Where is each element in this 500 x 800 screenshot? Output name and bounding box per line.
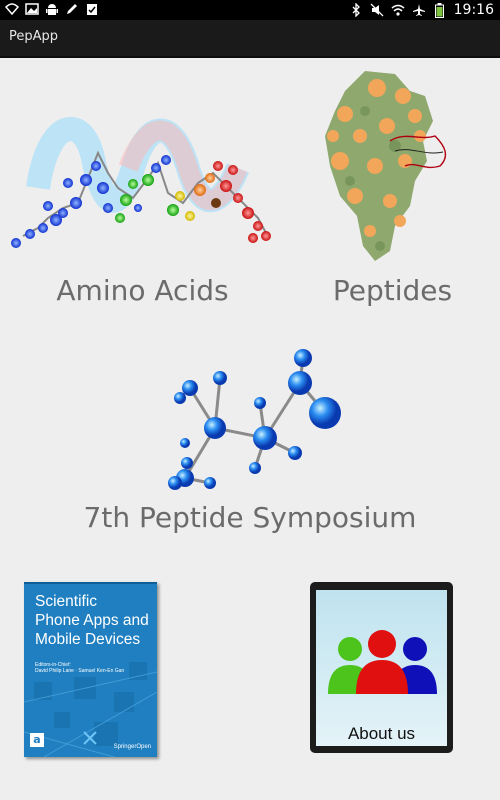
book-title-line-3: Mobile Devices	[35, 631, 141, 648]
peptide-protein-image	[325, 71, 447, 261]
wifi-signal-icon	[5, 2, 19, 16]
peptides-label: Peptides	[332, 274, 453, 307]
clipboard-check-icon	[85, 2, 99, 16]
molecule-image	[168, 349, 341, 490]
symposium-label: 7th Peptide Symposium	[83, 501, 417, 534]
image-icon	[25, 2, 39, 16]
book-editors: Editors-in-Chief: David Philip Lane · Sa…	[35, 662, 124, 674]
amino-acid-helix-image	[11, 117, 271, 248]
book-title-line-1: Scientific	[35, 593, 98, 610]
book-publisher: SpringerOpen	[113, 744, 151, 750]
bluetooth-icon	[349, 3, 363, 17]
airplane-icon	[412, 3, 426, 17]
action-bar: PepApp	[0, 20, 500, 58]
symposium-tile[interactable]: 7th Peptide Symposium	[0, 333, 500, 548]
peptides-tile[interactable]: Peptides	[285, 58, 500, 328]
people-group-icon	[328, 630, 437, 694]
book-title: Scientific Phone Apps and Mobile Devices	[35, 592, 155, 649]
notification-icons	[5, 2, 99, 16]
pencil-icon	[65, 2, 79, 16]
amino-acids-tile[interactable]: Amino Acids	[0, 58, 285, 328]
about-us-tile[interactable]: About us	[310, 582, 453, 753]
clock-time: 19:16	[453, 2, 494, 18]
main-content: Amino Acids Peptides 7th Peptide Symposi…	[0, 58, 500, 800]
book-editors-names: David Philip Lane · Samuel Ken-En Gan	[35, 668, 125, 674]
about-us-panel: About us	[316, 590, 447, 746]
app-title: PepApp	[9, 29, 59, 44]
about-us-label: About us	[347, 724, 416, 743]
wifi-icon	[391, 3, 405, 17]
status-bar: 19:16	[0, 0, 500, 20]
mute-icon	[370, 3, 384, 17]
system-icons: 19:16	[349, 0, 494, 20]
book-title-line-2: Phone Apps and	[35, 612, 149, 629]
publisher-logo-icon: a	[30, 733, 44, 747]
scientific-phone-apps-book-tile[interactable]: Scientific Phone Apps and Mobile Devices…	[24, 582, 157, 757]
android-icon	[45, 2, 59, 16]
amino-acids-label: Amino Acids	[56, 274, 229, 307]
battery-icon	[433, 2, 447, 18]
